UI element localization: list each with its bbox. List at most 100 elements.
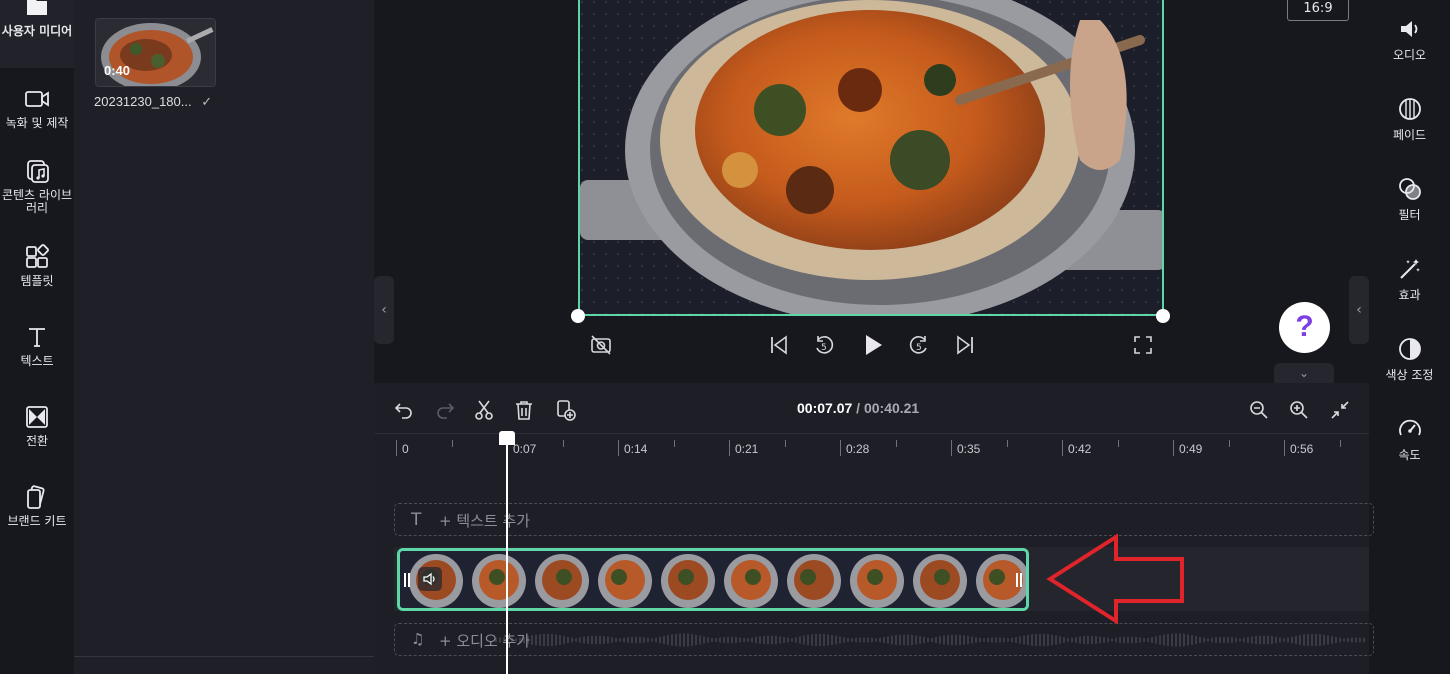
waveform-bar (711, 638, 713, 642)
clip-volume-button[interactable] (418, 567, 442, 591)
playhead-line[interactable] (506, 440, 508, 674)
ruler-tick-label: 0:21 (735, 442, 759, 456)
redo-button[interactable] (433, 398, 457, 422)
resize-handle-right[interactable] (1156, 309, 1170, 323)
panel-filter[interactable]: 필터 (1369, 176, 1450, 223)
play-icon (866, 335, 882, 355)
nav-item-templates[interactable]: 템플릿 (0, 244, 74, 288)
resize-handle-left[interactable] (571, 309, 585, 323)
ruler-minor-tick (1228, 440, 1230, 447)
fit-timeline-button[interactable] (1328, 398, 1352, 422)
waveform-bar (1343, 638, 1345, 642)
waveform-bar (755, 636, 757, 644)
thumbnail-filename[interactable]: 20231230_180... ✓ (94, 94, 212, 110)
waveform-bar (1255, 635, 1257, 645)
panel-effects[interactable]: 효과 (1369, 256, 1450, 303)
nav-label: 템플릿 (20, 274, 54, 288)
collapse-right-panel-button[interactable]: ‹ (1349, 276, 1369, 344)
fullscreen-button[interactable] (1130, 332, 1156, 358)
camera-off-button[interactable] (588, 332, 614, 358)
video-preview[interactable] (578, 0, 1164, 316)
waveform-bar (719, 637, 721, 643)
waveform-bar (1335, 637, 1337, 643)
waveform-bar (639, 636, 641, 644)
waveform-bar (707, 637, 709, 643)
waveform-bar (867, 637, 869, 643)
waveform-bar (1143, 638, 1145, 642)
playhead-handle[interactable] (499, 431, 515, 445)
undo-button[interactable] (392, 398, 416, 422)
waveform-bar (1183, 633, 1185, 647)
ruler-minor-tick (784, 440, 786, 447)
nav-item-brand-kit[interactable]: 브랜드 키트 (0, 484, 74, 528)
scissors-icon (475, 400, 493, 420)
skip-to-start-button[interactable] (766, 332, 792, 358)
annotation-arrow (1046, 533, 1184, 625)
waveform-bar (859, 637, 861, 643)
waveform-bar (1287, 637, 1289, 643)
trim-handle-left[interactable] (402, 565, 412, 595)
nav-item-record[interactable]: 녹화 및 제작 (0, 86, 74, 130)
waveform-bar (611, 637, 613, 643)
waveform-bar (835, 635, 837, 645)
svg-text:5: 5 (916, 343, 922, 353)
collapse-left-panel-button[interactable]: ‹ (374, 276, 394, 344)
waveform-bar (1171, 633, 1173, 647)
total-time: 00:40.21 (863, 400, 920, 416)
panel-color-adjust[interactable]: 색상 조정 (1369, 336, 1450, 383)
text-track-add[interactable]: T + 텍스트 추가 (394, 503, 1374, 536)
add-text-label: + 텍스트 추가 (439, 512, 531, 530)
waveform-bar (1347, 637, 1349, 643)
video-clip[interactable] (397, 548, 1029, 611)
delete-button[interactable] (512, 398, 536, 422)
collapse-timeline-button[interactable]: ⌄ (1274, 363, 1334, 383)
forward-5s-button[interactable]: 5 (906, 332, 932, 358)
thumbnail-duration: 0:40 (104, 63, 131, 78)
nav-item-transitions[interactable]: 전환 (0, 404, 74, 448)
trash-icon (516, 401, 532, 420)
nav-label: 텍스트 (20, 354, 54, 368)
waveform-bar (647, 637, 649, 643)
waveform-bar (883, 637, 885, 643)
svg-text:5: 5 (821, 343, 827, 353)
ruler-major-tick (1284, 440, 1285, 456)
rewind-5s-button[interactable]: 5 (811, 332, 837, 358)
zoom-out-button[interactable] (1247, 398, 1271, 422)
play-button[interactable] (860, 332, 886, 358)
zoom-in-button[interactable] (1287, 398, 1311, 422)
ruler-major-tick (1173, 440, 1174, 456)
waveform-bar (655, 637, 657, 643)
waveform-bar (967, 635, 969, 645)
skip-back-icon (771, 335, 787, 355)
nav-item-text[interactable]: 텍스트 (0, 324, 74, 368)
aspect-ratio-button[interactable]: 16:9 (1287, 0, 1349, 21)
ruler-tick-label: 0:42 (1068, 442, 1092, 456)
skip-to-end-button[interactable] (952, 332, 978, 358)
audio-icon (1400, 21, 1417, 37)
waveform-bar (1087, 635, 1089, 645)
duplicate-button[interactable] (553, 398, 577, 422)
waveform-bar (723, 637, 725, 643)
waveform-bar (1063, 637, 1065, 643)
split-button[interactable] (472, 398, 496, 422)
timecode: 00:07.07 / 00:40.21 (797, 400, 919, 416)
trim-handle-right[interactable] (1014, 565, 1024, 595)
ruler-minor-tick (1006, 440, 1008, 447)
panel-audio[interactable]: 오디오 (1369, 16, 1450, 63)
waveform-bar (1107, 637, 1109, 643)
waveform-bar (1351, 637, 1353, 643)
camera-off-icon (591, 335, 611, 355)
waveform-bar (1111, 638, 1113, 642)
audio-track-add[interactable]: ♫ + 오디오 추가 (394, 623, 1374, 656)
waveform-bar (1295, 635, 1297, 645)
panel-speed[interactable]: 속도 (1369, 416, 1450, 463)
waveform-bar (1027, 634, 1029, 646)
waveform-bar (747, 638, 749, 642)
nav-item-content-library[interactable]: 콘텐츠 라이브러리 (0, 158, 74, 215)
waveform-bar (1283, 638, 1285, 642)
panel-fade[interactable]: 페이드 (1369, 96, 1450, 143)
ruler-tick-label: 0 (402, 442, 409, 456)
nav-item-user-media[interactable]: 사용자 미디어 (0, 0, 74, 68)
help-button[interactable]: ? (1279, 302, 1330, 353)
divider (74, 656, 374, 657)
